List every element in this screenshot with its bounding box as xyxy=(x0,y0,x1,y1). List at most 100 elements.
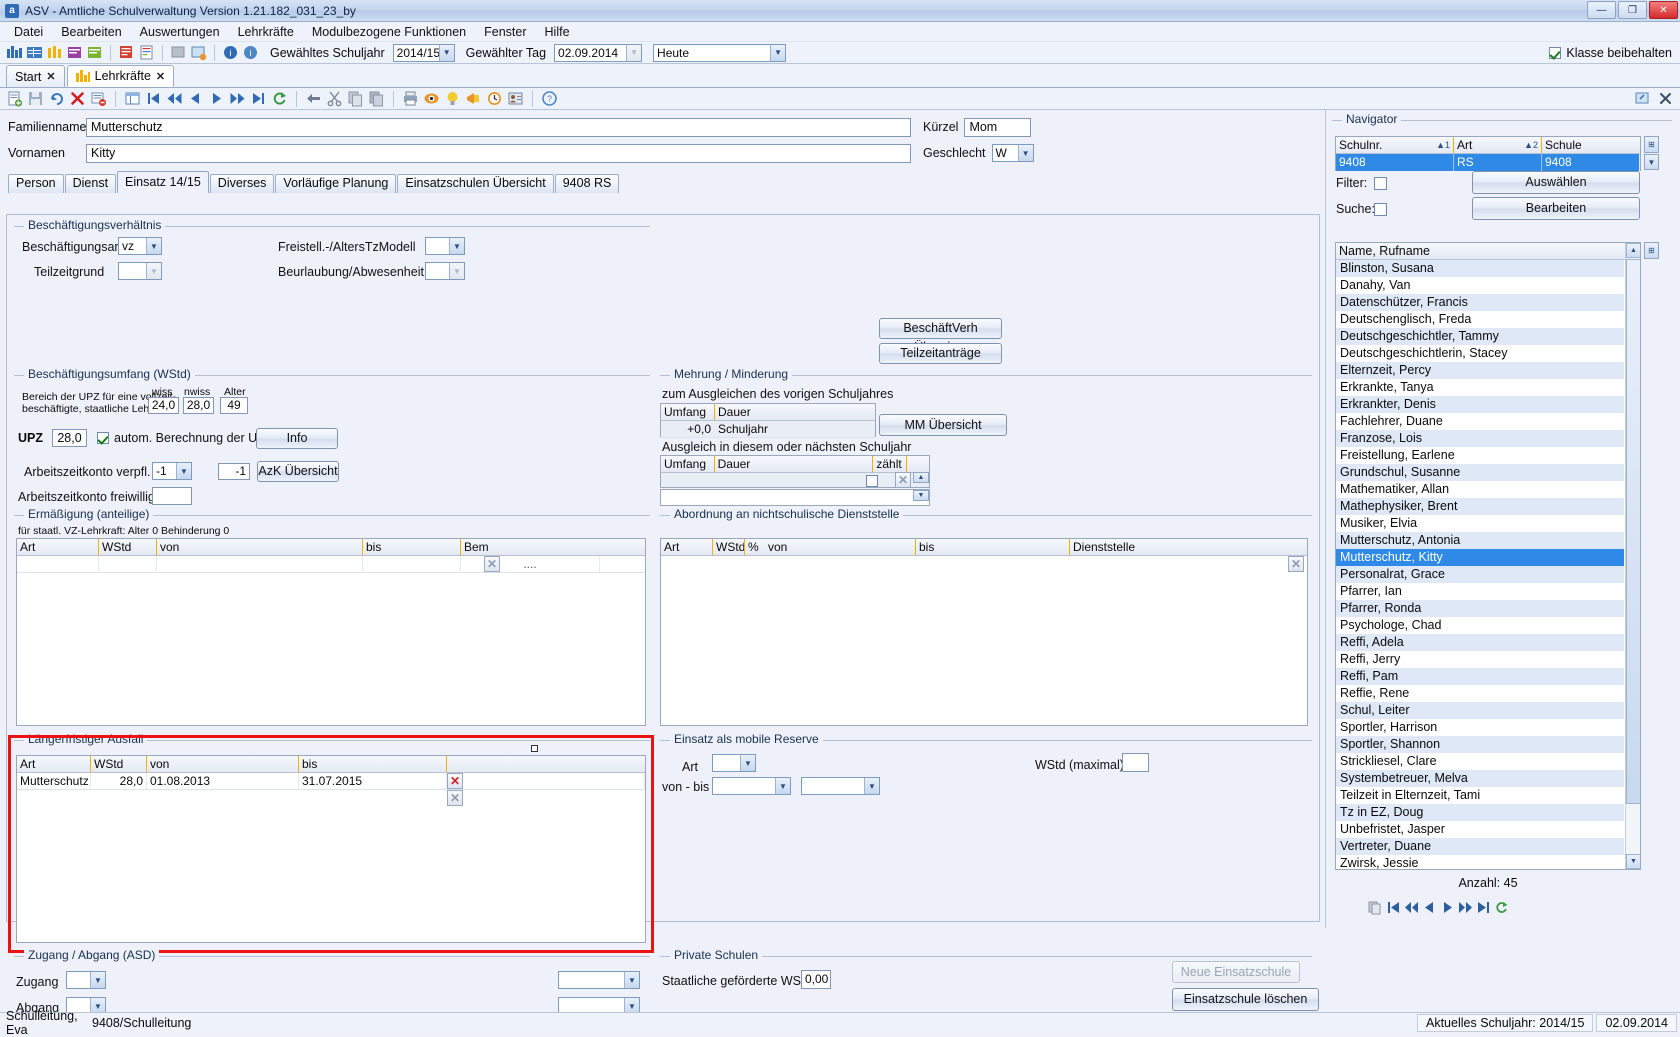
ausfall-table[interactable]: Art WStd von bis Mutterschutz 28,0 01.08… xyxy=(16,755,646,943)
help-icon[interactable]: ? xyxy=(541,90,558,107)
mobile-reserve-von-combo[interactable]: ▼ xyxy=(712,777,791,795)
azk-uebersicht-button[interactable]: AzK Übersicht xyxy=(257,461,339,482)
megaphone-icon[interactable] xyxy=(465,90,482,107)
col-wstd[interactable]: WStd xyxy=(99,539,157,555)
save-icon[interactable] xyxy=(27,90,44,107)
navigator-table-expand-icon[interactable]: ⊞ xyxy=(1644,136,1659,153)
beschaeftverh-uebersicht-button[interactable]: BeschäftVerh Übersic... xyxy=(879,318,1002,354)
list-item[interactable]: Tz in EZ, Doug xyxy=(1336,804,1624,821)
print-icon[interactable] xyxy=(402,90,419,107)
next-record-icon[interactable] xyxy=(1440,900,1455,915)
list-item[interactable]: Strickliesel, Clare xyxy=(1336,753,1624,770)
list-item[interactable]: Fachlehrer, Duane xyxy=(1336,413,1624,430)
list-item[interactable]: Deutschgeschichtlerin, Stacey xyxy=(1336,345,1624,362)
col-art[interactable]: Art xyxy=(661,539,713,555)
abordnung-table[interactable]: Art WStd % von bis Dienststelle xyxy=(660,538,1308,726)
prev-page-icon[interactable] xyxy=(1404,900,1419,915)
beurlaubung-combo[interactable]: ▼ xyxy=(425,262,465,280)
red-list-icon[interactable] xyxy=(118,44,135,61)
tab-vorlaeufige-planung[interactable]: Vorläufige Planung xyxy=(275,174,397,193)
list-item[interactable]: Pfarrer, Ronda xyxy=(1336,600,1624,617)
col-bis[interactable]: bis xyxy=(363,539,461,555)
zaehlt-checkbox[interactable] xyxy=(866,475,878,487)
table-row[interactable]: 9408 RS 9408 xyxy=(1336,154,1640,171)
list-item[interactable]: Deutschgeschichtler, Tammy xyxy=(1336,328,1624,345)
tab-einsatz[interactable]: Einsatz 14/15 xyxy=(117,171,209,193)
contact-card-icon[interactable] xyxy=(507,90,524,107)
einsatzschule-loeschen-button[interactable]: Einsatzschule löschen xyxy=(1172,988,1319,1011)
ausfall-delete-row-button[interactable]: ✕ xyxy=(447,773,463,789)
first-record-icon[interactable] xyxy=(1386,900,1401,915)
menu-item-auswertungen[interactable]: Auswertungen xyxy=(132,23,228,41)
prev-record-icon[interactable] xyxy=(187,90,204,107)
list-item[interactable]: Systembetreuer, Melva xyxy=(1336,770,1624,787)
teilzeitgrund-combo[interactable]: ▼ xyxy=(118,262,162,280)
list-item[interactable]: Mutterschutz, Antonia xyxy=(1336,532,1624,549)
zugang-combo[interactable]: ▼ xyxy=(66,971,106,989)
delete-icon[interactable] xyxy=(69,90,86,107)
copy-icon[interactable] xyxy=(347,90,364,107)
list-expand-icon[interactable]: ⊞ xyxy=(1644,242,1659,259)
teacher-list[interactable]: Name, Rufname ▲ Blinston, SusanaDanahy, … xyxy=(1335,242,1641,870)
menu-item-modulbezogene-funktionen[interactable]: Modulbezogene Funktionen xyxy=(304,23,474,41)
table-row[interactable]: +0,0 Schuljahr xyxy=(661,421,875,438)
restore-panel-icon[interactable] xyxy=(1634,90,1651,107)
list-item[interactable]: Erkrankte, Tanya xyxy=(1336,379,1624,396)
col-schule[interactable]: Schule xyxy=(1542,137,1640,153)
table-row[interactable]: Mutterschutz 28,0 01.08.2013 31.07.2015 xyxy=(17,773,645,790)
col-art[interactable]: Art xyxy=(17,756,91,772)
grid-view-icon[interactable] xyxy=(124,90,141,107)
col-bem[interactable]: Bem xyxy=(461,539,609,555)
first-record-icon[interactable] xyxy=(145,90,162,107)
list-item[interactable]: Mutterschutz, Kitty xyxy=(1336,549,1624,566)
info-button[interactable]: Info xyxy=(256,428,338,449)
tab-lehrkraefte[interactable]: Lehrkräfte ✕ xyxy=(66,65,175,87)
neue-einsatzschule-button[interactable]: Neue Einsatzschule xyxy=(1172,961,1300,983)
list-item[interactable]: Elternzeit, Percy xyxy=(1336,362,1624,379)
refresh-icon[interactable] xyxy=(1494,900,1509,915)
ausfall-clear-row-button[interactable]: ✕ xyxy=(447,790,463,806)
autom-upz-checkbox[interactable] xyxy=(97,432,109,444)
copy-record-icon[interactable] xyxy=(1368,900,1383,915)
menu-item-fenster[interactable]: Fenster xyxy=(476,23,534,41)
list-item[interactable]: Erkrankter, Denis xyxy=(1336,396,1624,413)
table-row[interactable]: .... xyxy=(17,556,645,573)
tab-dienst[interactable]: Dienst xyxy=(64,174,117,193)
list-item[interactable]: Unbefristet, Jasper xyxy=(1336,821,1624,838)
list-item[interactable]: Reffi, Adela xyxy=(1336,634,1624,651)
list-item[interactable]: Freistellung, Earlene xyxy=(1336,447,1624,464)
col-von[interactable]: von xyxy=(765,539,916,555)
col-bis[interactable]: bis xyxy=(299,756,447,772)
green-book-icon[interactable] xyxy=(86,44,103,61)
list-item[interactable]: Sportler, Shannon xyxy=(1336,736,1624,753)
mehrung-table-2[interactable]: Umfang Dauer zählt xyxy=(660,455,930,473)
list-item[interactable]: Mathephysiker, Brent xyxy=(1336,498,1624,515)
kuerzel-input[interactable]: Mom xyxy=(964,117,1032,137)
mehrung-table-1[interactable]: Umfang Dauer +0,0 Schuljahr xyxy=(660,403,876,438)
list-scrollbar[interactable]: ▲ ▼ xyxy=(1625,243,1640,869)
spin-up-icon[interactable]: ▲ xyxy=(913,472,929,483)
navigator-table-scroll-icon[interactable]: ▼ xyxy=(1644,154,1659,170)
mehrung-delete-row-button[interactable]: ✕ xyxy=(895,472,911,488)
geschlecht-combo[interactable]: W ▼ xyxy=(991,144,1034,162)
ermaessigung-table[interactable]: Art WStd von bis Bem .... xyxy=(16,538,646,726)
col-zaehlt[interactable]: zählt xyxy=(873,456,908,472)
undo-icon[interactable] xyxy=(48,90,65,107)
col-dienststelle[interactable]: Dienststelle xyxy=(1070,539,1307,555)
mobile-reserve-wstd-input[interactable] xyxy=(1122,753,1149,772)
navigator-school-table[interactable]: Schulnr. ▲1 Art ▲2 Schule 9408 RS 9408 xyxy=(1335,136,1641,171)
mobile-reserve-art-combo[interactable]: ▼ xyxy=(712,754,756,772)
next-page-icon[interactable] xyxy=(229,90,246,107)
menu-item-lehrkraefte[interactable]: Lehrkräfte xyxy=(230,23,302,41)
list-item[interactable]: Musiker, Elvia xyxy=(1336,515,1624,532)
tab-einsatzschulen-uebersicht[interactable]: Einsatzschulen Übersicht xyxy=(397,174,554,193)
close-icon[interactable]: ✕ xyxy=(46,70,55,83)
azk-freiwillig-input[interactable] xyxy=(152,487,192,505)
list-item[interactable]: Reffie, Rene xyxy=(1336,685,1624,702)
list-item[interactable]: Blinston, Susana xyxy=(1336,260,1624,277)
last-record-icon[interactable] xyxy=(1476,900,1491,915)
col-wstd[interactable]: WStd xyxy=(713,539,745,555)
list-item[interactable]: Personalrat, Grace xyxy=(1336,566,1624,583)
schuljahr-combo[interactable]: 2014/15 ▼ xyxy=(392,43,455,62)
staatliche-wstd-value[interactable]: 0,00 xyxy=(801,970,831,989)
